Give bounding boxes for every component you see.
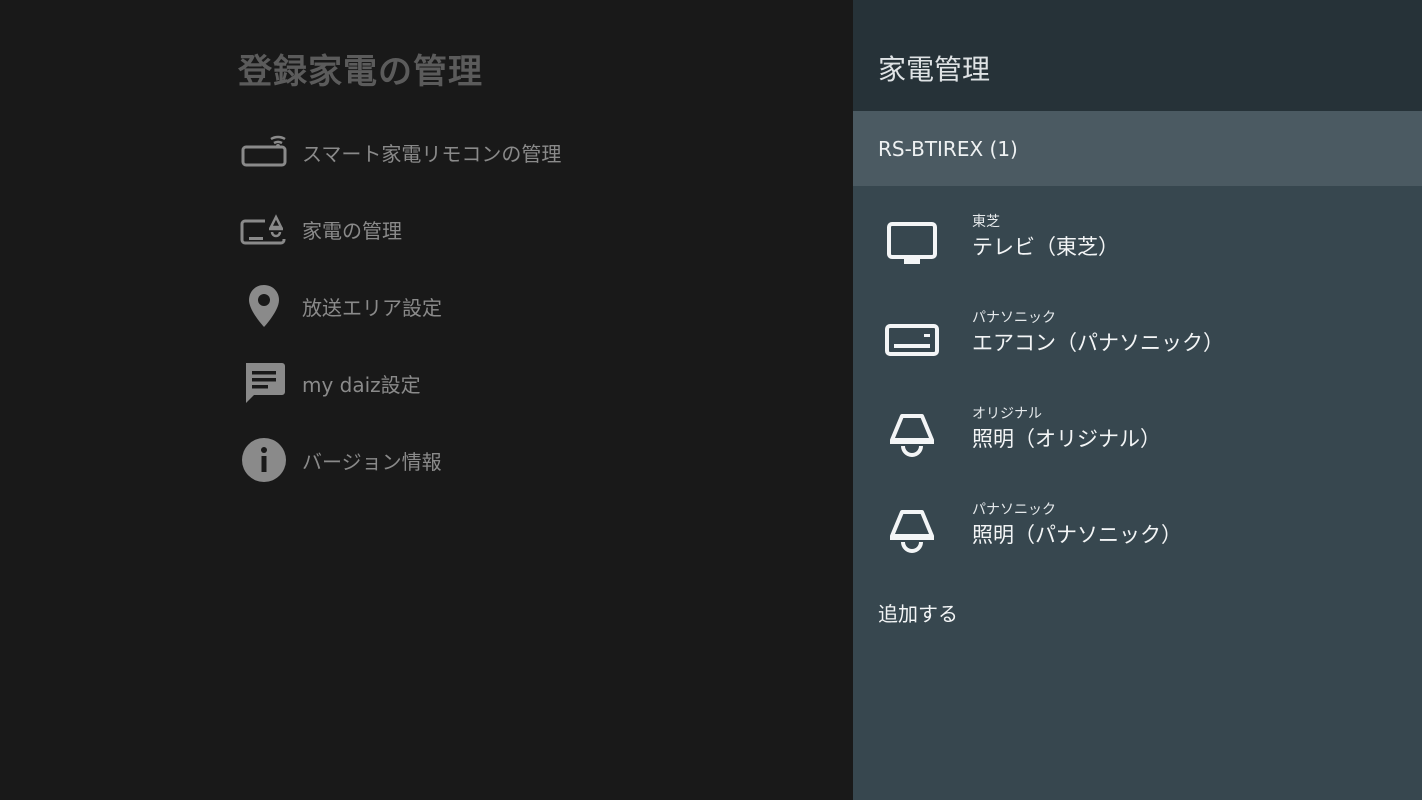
menu-item-appliance-management[interactable]: 家電の管理: [238, 203, 798, 255]
menu-item-label: スマート家電リモコンの管理: [302, 141, 562, 166]
remote-device-icon: [238, 126, 290, 178]
panel-header: 家電管理: [853, 0, 1422, 111]
appliance-maker: オリジナル: [972, 406, 1042, 422]
info-icon: [238, 434, 290, 486]
appliance-item-light-panasonic[interactable]: パナソニック 照明（パナソニック）: [853, 485, 1422, 581]
appliance-maker: パナソニック: [972, 310, 1056, 326]
main-menu-area: 登録家電の管理 スマート家電リモコンの管理 家電の管理 放送エリア設定 my d…: [0, 0, 853, 800]
appliance-maker: 東芝: [972, 214, 1000, 230]
appliance-item-air-conditioner[interactable]: パナソニック エアコン（パナソニック）: [853, 293, 1422, 389]
menu-item-version-info[interactable]: バージョン情報: [238, 434, 798, 486]
ceiling-light-icon: [883, 505, 941, 559]
air-conditioner-icon: [883, 313, 941, 367]
add-appliance-button[interactable]: 追加する: [878, 598, 958, 627]
appliance-item-tv[interactable]: 東芝 テレビ（東芝）: [853, 197, 1422, 293]
menu-item-label: 家電の管理: [302, 218, 402, 243]
device-group-header[interactable]: RS-BTIREX (1): [853, 111, 1422, 186]
menu-item-label: my daiz設定: [302, 372, 421, 397]
appliance-item-light-original[interactable]: オリジナル 照明（オリジナル）: [853, 389, 1422, 485]
chat-message-icon: [238, 357, 290, 409]
ceiling-light-icon: [883, 409, 941, 463]
appliance-name: 照明（オリジナル）: [972, 427, 1161, 451]
appliance-name: テレビ（東芝）: [972, 235, 1119, 259]
tv-icon: [883, 217, 941, 271]
appliance-name: エアコン（パナソニック）: [972, 331, 1224, 355]
menu-item-my-daiz-settings[interactable]: my daiz設定: [238, 357, 798, 409]
panel-title: 家電管理: [878, 53, 991, 86]
menu-item-label: バージョン情報: [302, 449, 442, 474]
page-title: 登録家電の管理: [238, 52, 483, 92]
appliance-panel: 家電管理 RS-BTIREX (1) 東芝 テレビ（東芝） パナソニック エアコ…: [853, 0, 1422, 800]
app-root: 登録家電の管理 スマート家電リモコンの管理 家電の管理 放送エリア設定 my d…: [0, 0, 1422, 800]
location-pin-icon: [238, 280, 290, 332]
appliance-maker: パナソニック: [972, 502, 1056, 518]
menu-item-smart-remote[interactable]: スマート家電リモコンの管理: [238, 126, 798, 178]
appliance-manage-icon: [238, 203, 290, 255]
menu-item-broadcast-area[interactable]: 放送エリア設定: [238, 280, 798, 332]
appliance-name: 照明（パナソニック）: [972, 523, 1182, 547]
menu-item-label: 放送エリア設定: [302, 295, 442, 320]
device-group-label: RS-BTIREX (1): [878, 137, 1018, 161]
